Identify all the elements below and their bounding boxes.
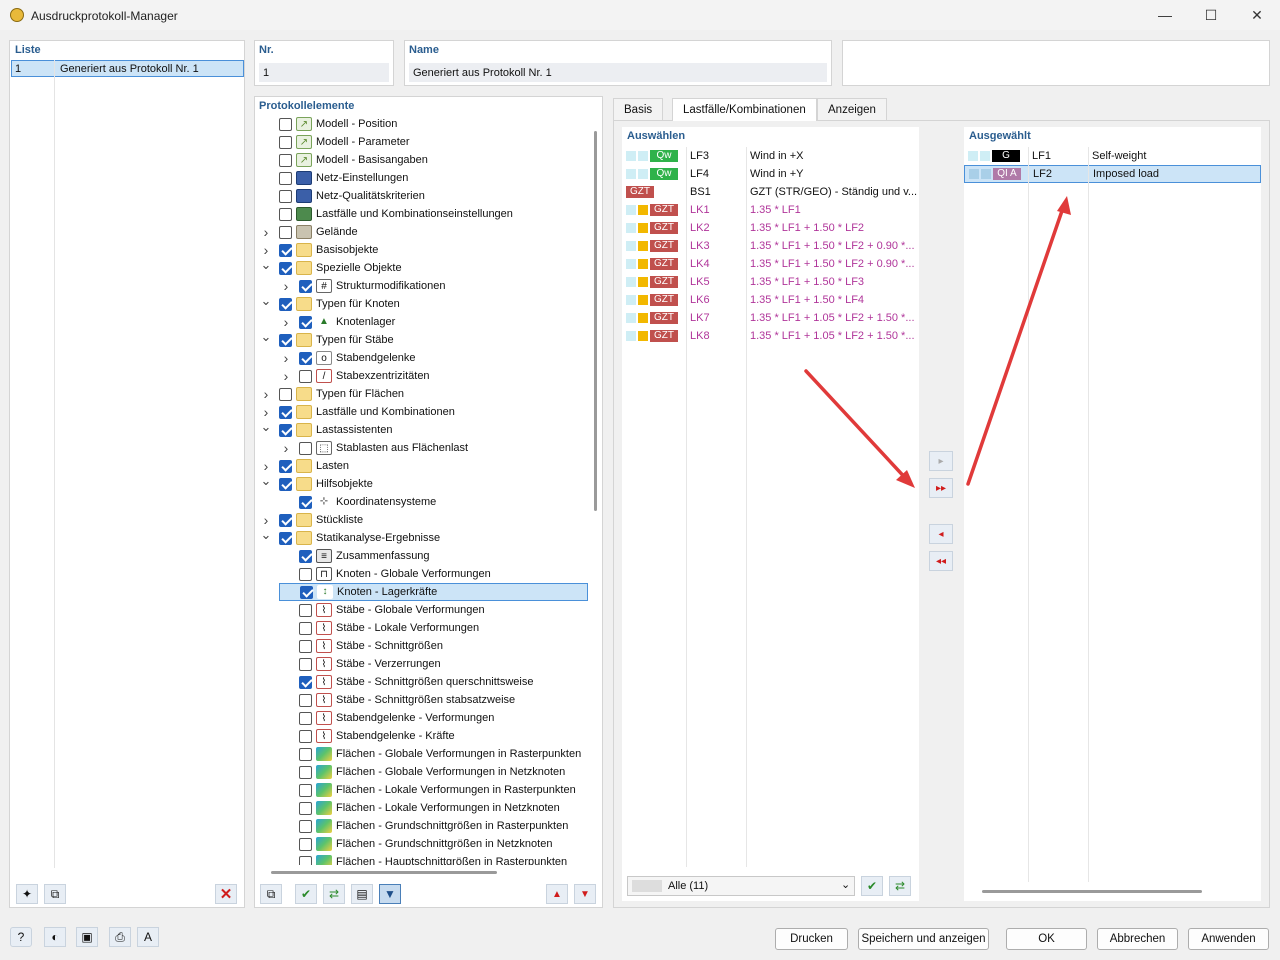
annotation-arrows (804, 196, 1071, 488)
language-icon[interactable]: A (137, 927, 159, 947)
footer-bar (0, 916, 1280, 960)
tab-anzeigen[interactable]: Anzeigen (817, 98, 887, 120)
print-setup-icon[interactable]: ⎙ (109, 927, 131, 947)
save-and-show-button[interactable]: Speichern und anzeigen (858, 928, 989, 950)
apply-button[interactable]: Anwenden (1188, 928, 1269, 950)
print-button[interactable]: Drucken (775, 928, 848, 950)
tab-lastfaelle-kombinationen[interactable]: Lastfälle/Kombinationen (672, 98, 817, 121)
cancel-button[interactable]: Abbrechen (1097, 928, 1178, 950)
arrow-to-selected (966, 203, 1066, 486)
units-icon[interactable]: ◐ (44, 927, 66, 947)
arrow-head-selected (1057, 196, 1071, 215)
ok-button[interactable]: OK (1006, 928, 1087, 950)
help-icon[interactable]: ? (10, 927, 32, 947)
save-template-icon[interactable]: ▣ (76, 927, 98, 947)
arrow-to-add-all (804, 369, 912, 485)
tab-basis[interactable]: Basis (613, 98, 664, 120)
